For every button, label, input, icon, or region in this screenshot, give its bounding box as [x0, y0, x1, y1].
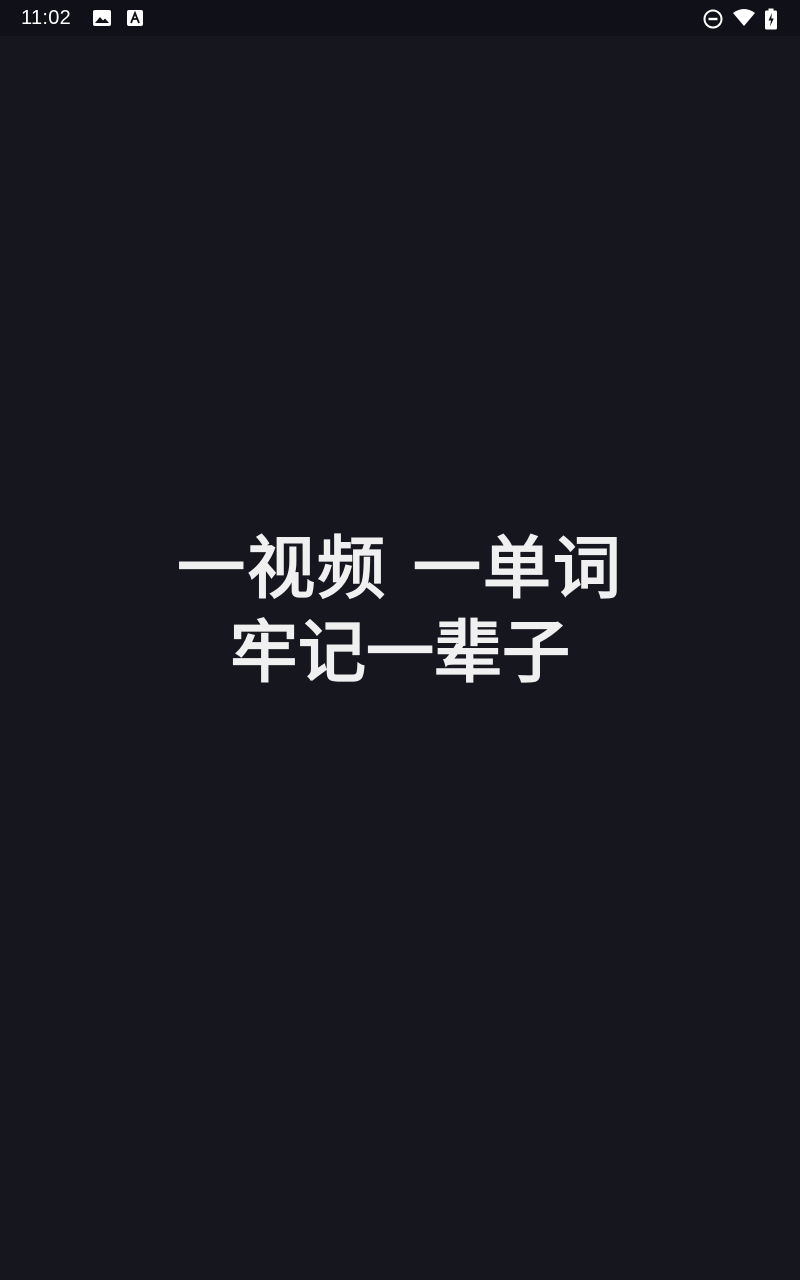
- battery-charging-icon: [764, 8, 784, 30]
- slogan-line-2: 牢记一辈子: [229, 614, 570, 693]
- splash-screen: 一视频 一单词 牢记一辈子: [0, 36, 800, 1280]
- wifi-icon: [732, 8, 755, 28]
- slogan-line-1: 一视频 一单词: [177, 530, 623, 609]
- status-bar: 11:02: [0, 0, 800, 36]
- do-not-disturb-icon: [702, 8, 723, 29]
- text-a-icon: [126, 8, 146, 28]
- status-time: 11:02: [21, 7, 72, 29]
- image-icon: [92, 8, 112, 28]
